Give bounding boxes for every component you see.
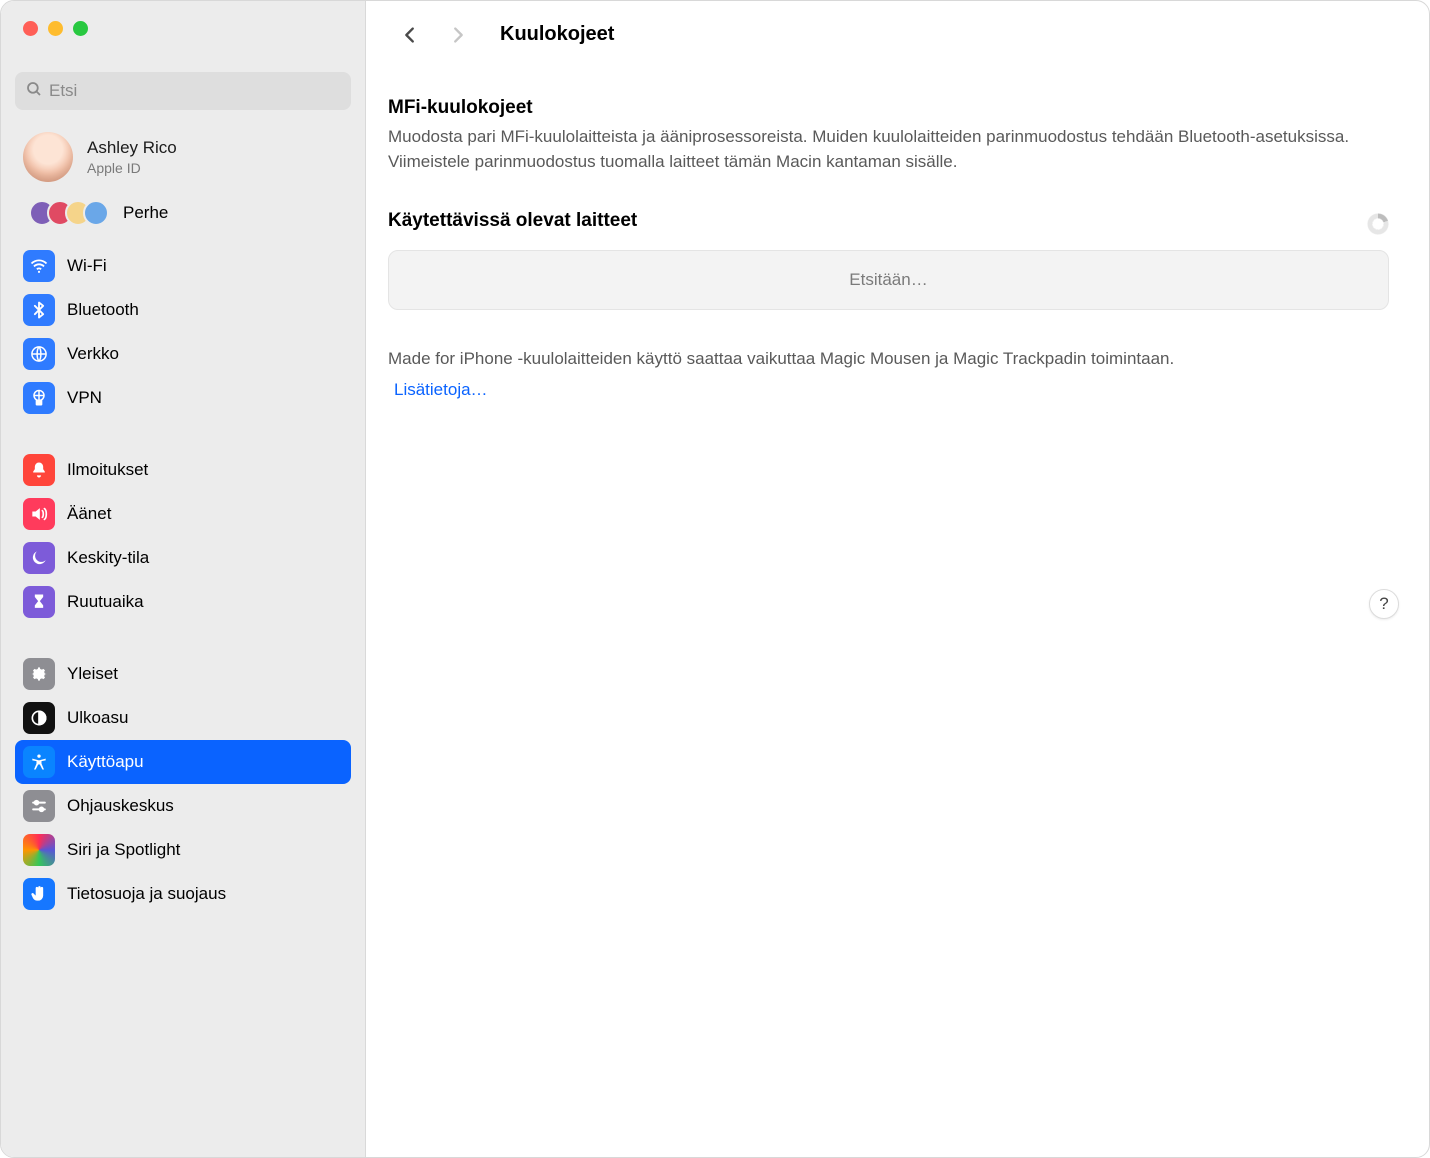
sidebar-item-label: Ulkoasu: [67, 708, 128, 728]
learn-more-link[interactable]: Lisätietoja…: [388, 380, 488, 400]
search-field[interactable]: [15, 72, 351, 110]
family-avatar: [83, 200, 109, 226]
minimize-window-button[interactable]: [48, 21, 63, 36]
sidebar-item-label: Ohjauskeskus: [67, 796, 174, 816]
sidebar-item-control-center[interactable]: Ohjauskeskus: [15, 784, 351, 828]
searching-placeholder: Etsitään…: [388, 250, 1389, 310]
gear-icon: [23, 658, 55, 690]
content-pane: Kuulokojeet MFi-kuulokojeet Muodosta par…: [366, 1, 1429, 1157]
sidebar-item-label: Wi-Fi: [67, 256, 107, 276]
sidebar-section-network: Wi-Fi Bluetooth Verkko VPN: [1, 238, 365, 426]
vpn-icon: [23, 382, 55, 414]
sidebar-item-sound[interactable]: Äänet: [15, 492, 351, 536]
family-avatars: [29, 200, 109, 226]
sidebar-item-focus[interactable]: Keskity-tila: [15, 536, 351, 580]
available-devices-heading: Käytettävissä olevat laitteet: [388, 210, 637, 232]
accessibility-icon: [23, 746, 55, 778]
siri-icon: [23, 834, 55, 866]
forward-button[interactable]: [444, 21, 472, 49]
family-row[interactable]: Perhe: [1, 194, 365, 238]
help-icon: ?: [1379, 594, 1388, 614]
sidebar-item-label: Verkko: [67, 344, 119, 364]
sidebar-item-notifications[interactable]: Ilmoitukset: [15, 448, 351, 492]
apple-id-row[interactable]: Ashley Rico Apple ID: [1, 124, 365, 194]
sidebar-item-bluetooth[interactable]: Bluetooth: [15, 288, 351, 332]
family-label: Perhe: [123, 203, 168, 223]
sidebar-item-label: Äänet: [67, 504, 111, 524]
sidebar-item-label: Siri ja Spotlight: [67, 840, 180, 860]
apple-id-label: Apple ID: [87, 160, 177, 176]
sidebar-item-vpn[interactable]: VPN: [15, 376, 351, 420]
sliders-icon: [23, 790, 55, 822]
sidebar-item-screentime[interactable]: Ruutuaika: [15, 580, 351, 624]
spinner-icon: [1367, 213, 1389, 235]
search-input[interactable]: [49, 81, 341, 101]
globe-icon: [23, 338, 55, 370]
close-window-button[interactable]: [23, 21, 38, 36]
available-devices-section: Käytettävissä olevat laitteet Etsitään…: [388, 210, 1389, 310]
main-content: MFi-kuulokojeet Muodosta pari MFi-kuulol…: [366, 69, 1429, 420]
sidebar-section-alerts: Ilmoitukset Äänet Keskity-tila Ruutuaika: [1, 442, 365, 630]
sidebar-item-label: Ilmoitukset: [67, 460, 148, 480]
sidebar: Ashley Rico Apple ID Perhe Wi-Fi: [1, 1, 366, 1157]
sidebar-item-privacy[interactable]: Tietosuoja ja suojaus: [15, 872, 351, 916]
search-icon: [25, 80, 43, 103]
settings-window: Ashley Rico Apple ID Perhe Wi-Fi: [0, 0, 1430, 1158]
user-name: Ashley Rico: [87, 138, 177, 158]
sidebar-item-label: Bluetooth: [67, 300, 139, 320]
mfi-description: Muodosta pari MFi-kuulolaitteista ja ään…: [388, 125, 1389, 174]
sidebar-item-wifi[interactable]: Wi-Fi: [15, 244, 351, 288]
zoom-window-button[interactable]: [73, 21, 88, 36]
sidebar-item-appearance[interactable]: Ulkoasu: [15, 696, 351, 740]
sidebar-item-label: VPN: [67, 388, 102, 408]
speaker-icon: [23, 498, 55, 530]
sidebar-item-network[interactable]: Verkko: [15, 332, 351, 376]
hand-icon: [23, 878, 55, 910]
sidebar-item-label: Käyttöapu: [67, 752, 144, 772]
back-button[interactable]: [396, 21, 424, 49]
sidebar-item-label: Tietosuoja ja suojaus: [67, 884, 226, 904]
mfi-heading: MFi-kuulokojeet: [388, 97, 1389, 119]
help-button[interactable]: ?: [1369, 589, 1399, 619]
sidebar-item-label: Ruutuaika: [67, 592, 144, 612]
bell-icon: [23, 454, 55, 486]
header: Kuulokojeet: [366, 1, 1429, 69]
bluetooth-icon: [23, 294, 55, 326]
searching-label: Etsitään…: [849, 270, 927, 290]
mfi-note: Made for iPhone -kuulolaitteiden käyttö …: [388, 346, 1389, 372]
hourglass-icon: [23, 586, 55, 618]
user-avatar: [23, 132, 73, 182]
window-controls: [1, 1, 365, 52]
mfi-section: MFi-kuulokojeet Muodosta pari MFi-kuulol…: [388, 97, 1389, 174]
sidebar-item-label: Keskity-tila: [67, 548, 149, 568]
sidebar-item-general[interactable]: Yleiset: [15, 652, 351, 696]
sidebar-item-siri-spotlight[interactable]: Siri ja Spotlight: [15, 828, 351, 872]
page-title: Kuulokojeet: [500, 23, 614, 46]
sidebar-item-accessibility[interactable]: Käyttöapu: [15, 740, 351, 784]
appearance-icon: [23, 702, 55, 734]
sidebar-item-label: Yleiset: [67, 664, 118, 684]
sidebar-section-system: Yleiset Ulkoasu Käyttöapu Ohjauskeskus: [1, 646, 365, 922]
moon-icon: [23, 542, 55, 574]
wifi-icon: [23, 250, 55, 282]
